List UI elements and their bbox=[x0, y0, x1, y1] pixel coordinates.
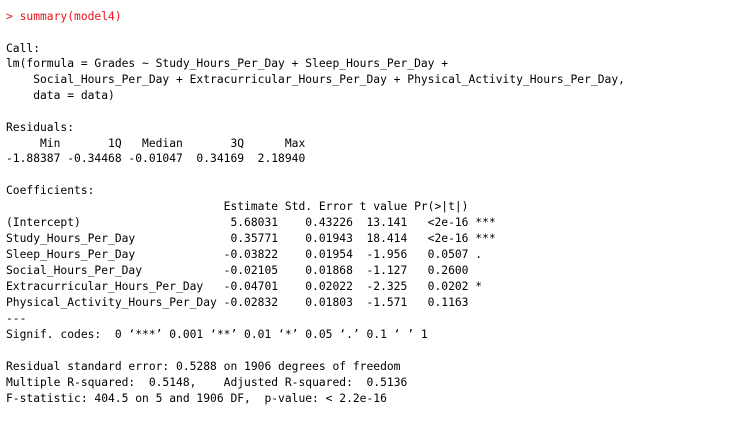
residuals-values: -1.88387 -0.34468 -0.01047 0.34169 2.189… bbox=[6, 152, 313, 165]
residual-standard-error-line: Residual standard error: 0.5288 on 1906 … bbox=[6, 360, 401, 373]
call-line: data = data) bbox=[6, 89, 115, 102]
separator-line: --- bbox=[6, 312, 27, 325]
residuals-header: Residuals: bbox=[6, 121, 75, 134]
call-header: Call: bbox=[6, 42, 41, 55]
coefficients-column-headers: Estimate Std. Error t value Pr(>|t|) bbox=[6, 200, 496, 213]
coefficient-row-intercept: (Intercept) 5.68031 0.43226 13.141 <2e-1… bbox=[6, 216, 496, 229]
f-statistic-line: F-statistic: 404.5 on 5 and 1906 DF, p-v… bbox=[6, 392, 387, 405]
coefficient-row-extracurricular-hours: Extracurricular_Hours_Per_Day -0.04701 0… bbox=[6, 280, 496, 293]
coefficient-row-physical-activity-hours: Physical_Activity_Hours_Per_Day -0.02832… bbox=[6, 296, 496, 309]
r-console[interactable]: > summary(model4) Call: lm(formula = Gra… bbox=[0, 0, 749, 422]
residuals-labels: Min 1Q Median 3Q Max bbox=[6, 137, 313, 150]
coefficient-row-study-hours: Study_Hours_Per_Day 0.35771 0.01943 18.4… bbox=[6, 232, 496, 245]
coefficient-row-sleep-hours: Sleep_Hours_Per_Day -0.03822 0.01954 -1.… bbox=[6, 248, 496, 261]
call-line: lm(formula = Grades ~ Study_Hours_Per_Da… bbox=[6, 57, 455, 70]
call-line: Social_Hours_Per_Day + Extracurricular_H… bbox=[6, 73, 632, 86]
coefficients-header: Coefficients: bbox=[6, 184, 95, 197]
signif-codes-line: Signif. codes: 0 ‘***’ 0.001 ‘**’ 0.01 ‘… bbox=[6, 328, 428, 341]
console-command-input[interactable]: > summary(model4) bbox=[6, 9, 122, 24]
r-squared-line: Multiple R-squared: 0.5148, Adjusted R-s… bbox=[6, 376, 415, 389]
coefficient-row-social-hours: Social_Hours_Per_Day -0.02105 0.01868 -1… bbox=[6, 264, 496, 277]
